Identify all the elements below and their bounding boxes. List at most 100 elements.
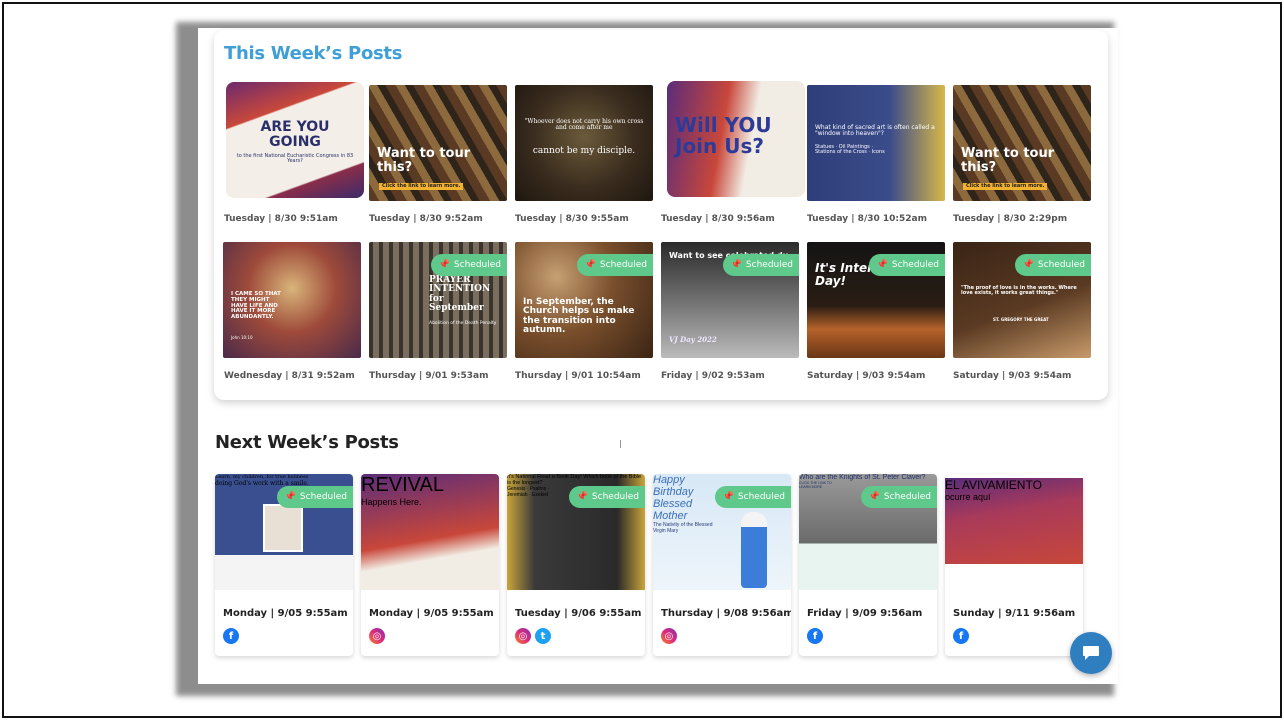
post-caption: "The proof of love is in the works. Wher… [961,285,1077,297]
post-subtext: "Whoever does not carry his own cross an… [524,118,644,132]
post-thumbnail[interactable]: It's Inter Bacon Day! 📌 Scheduled [807,242,945,358]
pin-icon: 📌 [868,492,880,502]
instagram-icon: ◎ [369,628,385,644]
next-post-card[interactable]: EL AVIVAMIENTO ocurre aquí Sunday | 9/11… [945,474,1083,656]
post-caption: What kind of sacred art is often called … [815,124,935,138]
post-subtext: John 10:10 [231,335,253,340]
post-caption: ARE YOU GOING [260,119,330,150]
post-caption: Want to tour this? [961,146,1055,175]
social-icons: f [223,628,239,644]
pin-icon: 📌 [1022,260,1034,270]
instagram-icon: ◎ [661,628,677,644]
post-subtext: Genesis · Psalms · Jeremiah · Ezekiel [507,486,550,498]
post-thumbnail[interactable]: Want to tour this? Click the link to lea… [369,85,507,201]
post-caption: cannot be my disciple. [532,146,636,156]
post-thumbnail[interactable]: Want to tour this? Click the link to lea… [953,85,1091,201]
post-time: Thursday | 9/01 9:53am [369,371,489,381]
post-subtext: ocurre aquí [945,492,991,502]
post-thumbnail[interactable]: Want to see celebrated du VJ Day 2022 📌S… [661,242,799,358]
portrait-photo [263,504,303,552]
pin-icon: 📌 [284,492,296,502]
scheduled-badge: 📌 Scheduled [1014,254,1091,276]
post-time: Sunday | 9/11 9:56am [953,608,1076,619]
post-caption: Happy Birthday Blessed Mother [653,474,694,522]
scheduled-badge: 📌 Scheduled [860,486,937,508]
next-post-card[interactable]: Learn, my children, for true holiness do… [215,474,353,656]
post-time: Saturday | 9/03 9:54am [807,371,926,381]
post-caption: Who are the Knights of St. Peter Claver? [799,474,926,481]
pin-icon: 📌 [584,260,596,270]
post-subtext: CLICK THE LINK TO LEARN MORE [799,481,832,489]
post-subtext: to the first National Eucharistic Congre… [236,153,354,165]
post-time: Tuesday | 9/06 9:55am [515,608,642,619]
pin-icon: 📌 [576,492,588,502]
pin-icon: 📌 [730,260,742,270]
post-time: Wednesday | 8/31 9:52am [224,371,355,381]
post-thumbnail[interactable]: ARE YOU GOING to the first National Euch… [226,82,364,198]
post-subtext: The Nativity of the Blessed Virgin Mary [653,522,713,534]
chat-button[interactable] [1070,632,1112,674]
post-time: Tuesday | 8/30 9:56am [661,214,775,224]
post-thumbnail: Learn, my children, for true holiness do… [215,474,353,590]
pin-icon: 📌 [876,260,888,270]
post-time: Saturday | 9/03 9:54am [953,371,1072,381]
post-thumbnail[interactable]: "The proof of love is in the works. Wher… [953,242,1091,358]
post-time: Tuesday | 8/30 10:52am [807,214,927,224]
next-post-card[interactable]: REVIVAL Happens Here. Monday | 9/05 9:55… [361,474,499,656]
post-time: Tuesday | 8/30 2:29pm [953,214,1068,224]
social-icons: ◎ t [515,628,551,644]
this-week-title: This Week’s Posts [224,43,403,64]
post-caption: In September, the Church helps us make t… [523,297,635,336]
scheduled-badge: 📌 Scheduled [576,254,653,276]
post-thumbnail[interactable]: Will YOU Join Us? [667,81,805,197]
social-icons: f [807,628,823,644]
facebook-icon: f [223,628,239,644]
social-icons: ◎ [369,628,385,644]
post-thumbnail[interactable]: In September, the Church helps us make t… [515,242,653,358]
facebook-icon: f [807,628,823,644]
post-subtext: Click the link to learn more. [379,183,464,191]
post-thumbnail[interactable]: "Whoever does not carry his own cross an… [515,85,653,201]
social-icons: f [953,628,969,644]
next-post-card[interactable]: Who are the Knights of St. Peter Claver?… [799,474,937,656]
next-post-card[interactable]: Happy Birthday Blessed Mother The Nativi… [653,474,791,656]
post-time: Thursday | 9/08 9:56am [661,608,791,619]
scheduled-badge: 📌 Scheduled [722,254,799,276]
scheduled-badge: 📌 Scheduled [868,254,945,276]
post-thumbnail: Happy Birthday Blessed Mother The Nativi… [653,474,791,590]
post-thumbnail: It's National Read a Book Day! Which boo… [507,474,645,590]
post-caption: It's National Read a Book Day! Which boo… [507,474,642,486]
post-time: Monday | 9/05 9:55am [369,608,494,619]
post-subtext: ST. GREGORY THE GREAT [993,317,1049,322]
post-thumbnail[interactable]: PRAYER INTENTION for September Abolition… [369,242,507,358]
mary-figure [741,512,767,588]
post-time: Tuesday | 8/30 9:51am [224,214,338,224]
social-icons: ◎ [661,628,677,644]
post-thumbnail: Who are the Knights of St. Peter Claver?… [799,474,937,590]
post-caption: I CAME SO THAT THEY MIGHT HAVE LIFE AND … [231,291,281,321]
instagram-icon: ◎ [515,628,531,644]
post-caption: Will YOU Join Us? [675,113,772,158]
facebook-icon: f [953,628,969,644]
scheduled-badge: 📌 Scheduled [276,486,353,508]
post-caption: PRAYER INTENTION for September [429,275,491,314]
post-time: Thursday | 9/01 10:54am [515,371,641,381]
post-time: Tuesday | 8/30 9:52am [369,214,483,224]
post-caption: Want to tour this? [377,146,471,175]
chat-bubble-icon [1083,646,1099,660]
pin-icon: 📌 [438,260,450,270]
post-subtext: Click the link to learn more. [963,183,1048,191]
post-thumbnail: EL AVIVAMIENTO ocurre aquí [945,478,1083,564]
post-time: Tuesday | 8/30 9:55am [515,214,629,224]
scheduled-badge: 📌 Scheduled [430,254,507,276]
post-time: Friday | 9/02 9:53am [661,371,765,381]
text-cursor [620,440,621,448]
scheduled-badge: 📌 Scheduled [714,486,791,508]
post-time: Monday | 9/05 9:55am [223,608,348,619]
next-week-title: Next Week’s Posts [215,432,399,453]
post-thumbnail[interactable]: I CAME SO THAT THEY MIGHT HAVE LIFE AND … [223,242,361,358]
twitter-icon: t [535,628,551,644]
post-subtext: Statues · Oil Paintings · Stations of th… [815,144,885,156]
next-post-card[interactable]: It's National Read a Book Day! Which boo… [507,474,645,656]
post-thumbnail[interactable]: What kind of sacred art is often called … [807,85,945,201]
